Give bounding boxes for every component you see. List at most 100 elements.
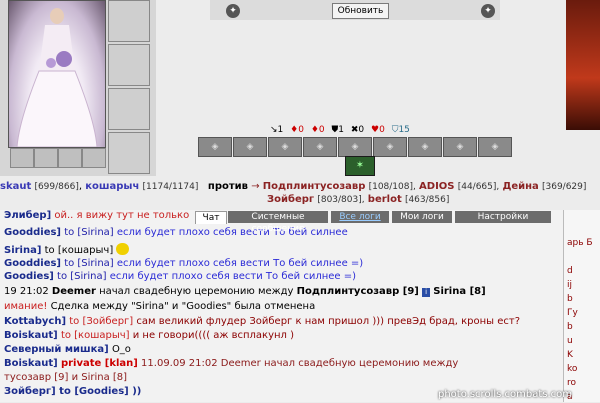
chat-text: если будет плохо себя вести То бей силне… [116,258,364,269]
stat-value: ↘1 [270,125,284,135]
ability-slot[interactable]: ◈ [268,137,302,157]
user-row[interactable]: ko [567,364,600,375]
chat-nick[interactable]: Gooddies] [4,258,61,269]
enemy-name[interactable]: ADIOS [419,181,454,192]
chat-nick[interactable]: Deemer [52,286,96,297]
ability-slot[interactable]: ◈ [198,137,232,157]
chat-recipient[interactable]: to [кошарыч] [45,245,114,256]
ability-slot[interactable]: ◈ [303,137,337,157]
chat-nick[interactable]: Boiskaut] [4,330,58,341]
chat-text: ой.. я вижу тут не только [54,210,190,221]
ability-slot[interactable]: ◈ [443,137,477,157]
user-row[interactable]: K [567,350,600,361]
chat-nick[interactable]: Элибер] [4,210,51,221]
rune-slot[interactable] [34,148,58,168]
stat-value: ⛊1 [331,125,344,135]
user-row[interactable]: ij [567,280,600,291]
arrow-icon: → [251,181,260,192]
chat-line: Северный мишка] O_o [4,344,131,356]
chat-time: 19 21:02 [4,286,49,297]
background-artwork [566,0,600,130]
ability-slot[interactable]: ◈ [478,137,512,157]
enemy-hp: [108/108], [368,182,416,192]
user-row[interactable]: b [567,294,600,305]
user-row[interactable]: Гу [567,308,600,319]
equipment-slot[interactable] [108,44,150,86]
active-ability-icon[interactable]: ✶ [345,156,375,176]
rune-slot[interactable] [58,148,82,168]
ability-bar: ◈ ◈ ◈ ◈ ◈ ◈ ◈ ◈ ◈ [198,137,528,157]
chat-recipient[interactable]: to [Зойберг] [69,316,133,327]
wedding-target[interactable]: Подплинтусозавр [9] [297,286,419,297]
stat-value: ⛉15 [391,125,410,135]
stat-value: ♦0 [290,125,304,135]
chat-line: Зойберг] to [Goodies] )) [4,386,141,398]
left-corner-icon[interactable]: ✦ [226,4,240,18]
user-row[interactable]: d [567,266,600,277]
chat-nick[interactable]: Goodies] [4,271,54,282]
battle-stats-row: ↘1 ♦0 ♦0 ⛊1 ✖0 ♥0 ⛉15 [270,125,470,137]
battle-versus-line: skaut [699/866], кошарыч [1174/1174] про… [0,181,587,192]
chat-panel: Элибер] ой.. я вижу тут не только Gooddi… [0,210,563,402]
info-icon[interactable]: i [422,288,431,297]
rune-slot[interactable] [10,148,34,168]
enemy-name[interactable]: Подплинтусозавр [263,181,366,192]
chat-private-label[interactable]: private [klan] [61,358,138,369]
chat-text: тусозавр [9] и Sirina [8] [4,372,128,383]
chat-line: Sirina] to [кошарыч] [4,243,130,256]
stat-value: ♦0 [310,125,325,135]
tab-system-messages[interactable]: Системные сообщения [228,211,328,234]
ability-slot[interactable]: ◈ [408,137,442,157]
tab-all-logs[interactable]: Все логи [331,211,389,223]
player-hp: [1174/1174] [142,182,199,192]
chat-text: Зойберг] to [Goodies] )) [4,386,142,397]
chat-line: Gooddies] to [Sirina] если будет плохо с… [4,258,363,270]
player-name[interactable]: skaut [0,181,31,192]
enemy-name[interactable]: Дейна [502,181,538,192]
player-name[interactable]: кошарыч [85,181,139,192]
equipment-slot[interactable] [108,0,150,42]
refresh-button[interactable]: Обновить [332,3,389,19]
chat-text: Сделка между "Sirina" и "Goodies" была о… [50,301,316,312]
ability-slot[interactable]: ◈ [233,137,267,157]
rune-slot[interactable] [82,148,106,168]
stat-value: ♥0 [371,125,385,135]
chat-text: сам великий флудер Зойберг к нам пришол … [136,316,521,327]
chat-line: Boiskaut] private [klan] 11.09.09 21:02 … [4,358,458,370]
chat-recipient[interactable]: to [Sirina] [64,258,114,269]
tab-my-logs[interactable]: Мои логи [392,211,452,223]
character-portrait [8,0,106,148]
chat-text: если будет плохо себя вести То бей силне… [116,227,348,238]
chat-nick[interactable]: Sirina] [4,245,41,256]
enemy-name[interactable]: berlot [368,194,402,205]
equipment-slot[interactable] [108,132,150,174]
chat-line: тусозавр [9] и Sirina [8] [4,372,127,384]
tab-settings[interactable]: Настройки [455,211,551,223]
ability-slot[interactable]: ◈ [338,137,372,157]
chat-line: Boiskaut] to [кошарыч] и не говори(((( а… [4,330,294,342]
chat-recipient[interactable]: to [кошарыч] [61,330,130,341]
chat-nick[interactable]: Gooddies] [4,227,61,238]
chat-nick[interactable]: Boiskaut] [4,358,58,369]
equipment-slot[interactable] [108,88,150,130]
chat-recipient[interactable]: to [Sirina] [57,271,107,282]
user-row[interactable]: b [567,322,600,333]
chat-line: Элибер] ой.. я вижу тут не только [4,210,189,222]
user-row[interactable]: арь Б [567,238,600,249]
chat-system-label: имание! [4,301,48,312]
tab-chat[interactable]: Чат [195,211,227,224]
battle-versus-line-2: Зойберг [803/803], berlot [463/856] [267,194,600,206]
chat-nick[interactable]: Kottabych] [4,316,66,327]
watermark: photo.scrolls.combats.com [438,389,573,400]
chat-recipient[interactable]: to [Sirina] [64,227,114,238]
enemy-name[interactable]: Зойберг [267,194,314,205]
chat-text: O_o [111,344,131,355]
user-row[interactable]: u [567,336,600,347]
wedding-target[interactable]: Sirina [8] [433,286,485,297]
ability-slot[interactable]: ◈ [373,137,407,157]
chat-text: Deemer начал свадебную церемонию между [220,358,459,369]
right-corner-icon[interactable]: ✦ [481,4,495,18]
chat-nick[interactable]: Северный мишка] [4,344,109,355]
user-row[interactable]: ro [567,378,600,389]
chat-line: Kottabych] to [Зойберг] сам великий флуд… [4,316,520,328]
